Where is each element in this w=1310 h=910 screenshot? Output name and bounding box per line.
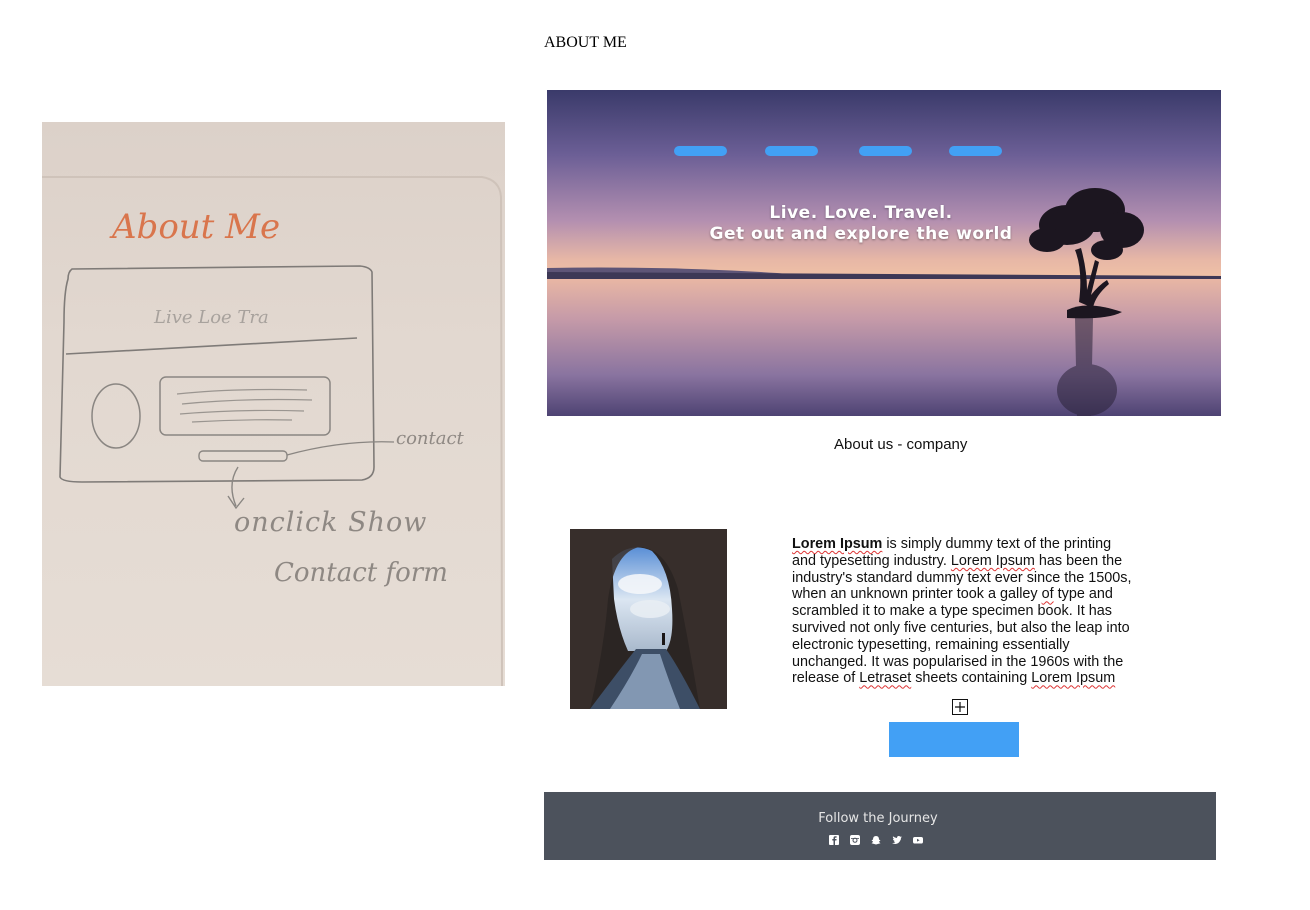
nav-item-4[interactable]: [949, 146, 1002, 156]
sketch-banner-text: Live Loe Tra: [154, 307, 269, 328]
expand-icon[interactable]: [952, 699, 968, 715]
hero-subtagline: Get out and explore the world: [709, 224, 1013, 244]
cave-photo: [570, 529, 727, 709]
sketch-contact-note: contact: [396, 428, 464, 449]
body-term-3: Letraset: [859, 670, 912, 687]
social-links: [829, 832, 923, 845]
nav-item-1[interactable]: [674, 146, 727, 156]
hero-banner: Live. Love. Travel. Get out and explore …: [547, 90, 1221, 416]
page-title: ABOUT ME: [544, 34, 627, 51]
body-term-4: Lorem Ipsum: [1031, 670, 1116, 687]
about-subtitle: About us - company: [834, 436, 968, 453]
hero-tagline: Live. Love. Travel.: [769, 203, 953, 223]
footer-title: Follow the Journey: [818, 811, 938, 826]
sketch-contact-form-note: Contact form: [274, 558, 448, 588]
about-body-text: Lorem Ipsum is simply dummy text of the …: [792, 536, 1137, 687]
sketch-heading: About Me: [112, 207, 281, 247]
body-bold-term: Lorem Ipsum: [792, 536, 883, 552]
contact-button[interactable]: [889, 722, 1019, 757]
body-text-4: sheets containing: [911, 670, 1032, 687]
profile-image: [570, 529, 727, 709]
facebook-icon[interactable]: [829, 832, 839, 845]
nav-item-3[interactable]: [859, 146, 912, 156]
footer: Follow the Journey: [544, 792, 1216, 860]
body-term-1: Lorem Ipsum: [950, 552, 1035, 569]
hero-landscape: [547, 188, 1221, 416]
instagram-icon[interactable]: [850, 832, 860, 845]
youtube-icon[interactable]: [913, 832, 923, 844]
snapchat-icon[interactable]: [871, 832, 881, 845]
wireframe-sketch-photo: About Me Live Loe Tra contact onclick Sh…: [42, 122, 505, 686]
nav-item-2[interactable]: [765, 146, 818, 156]
sketch-onclick-note: onclick Show: [234, 507, 428, 538]
body-term-2: of: [1041, 586, 1054, 603]
twitter-icon[interactable]: [892, 832, 902, 844]
